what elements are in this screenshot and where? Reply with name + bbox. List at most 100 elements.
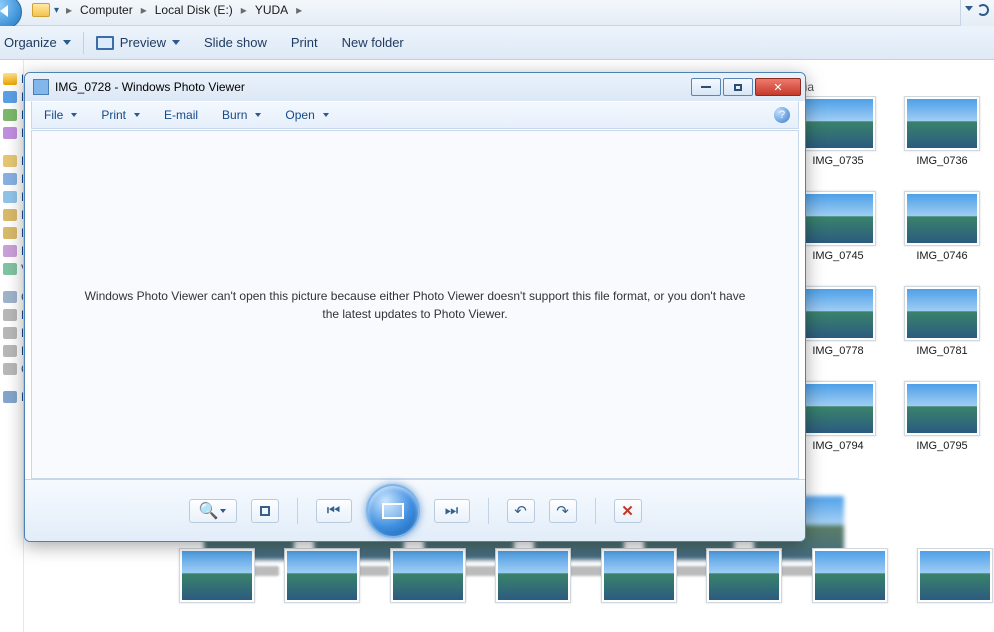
address-refresh[interactable] <box>960 0 994 26</box>
sidebar-desktop[interactable]: Desktop <box>0 88 23 106</box>
thumbnail-strip-bottom <box>172 548 994 628</box>
sidebar-drive-d[interactable]: D <box>0 324 23 342</box>
sidebar-libraries[interactable]: Libraries <box>0 152 23 170</box>
slideshow-button[interactable] <box>366 484 420 538</box>
folder-icon <box>3 227 17 239</box>
menu-email[interactable]: E-mail <box>152 102 210 128</box>
file-thumbnail[interactable]: IMG_0746 <box>902 191 982 262</box>
music-icon <box>3 191 17 203</box>
sidebar-computer[interactable]: Computer <box>0 288 23 306</box>
previous-button[interactable]: ⏮ <box>316 499 352 523</box>
desktop-icon <box>3 91 17 103</box>
minimize-button[interactable] <box>691 78 721 96</box>
newfolder-button[interactable]: New folder <box>330 26 416 59</box>
file-thumbnail[interactable] <box>706 548 784 628</box>
recent-icon <box>3 127 17 139</box>
file-thumbnail[interactable] <box>600 548 678 628</box>
star-icon <box>3 73 17 85</box>
crumb-folder[interactable]: YUDA <box>251 3 292 17</box>
sidebar-drive-e[interactable]: E <box>0 342 23 360</box>
viewer-controls: 🔍 ⏮ ⏭ ↶ ↷ ✕ <box>25 479 805 541</box>
print-button[interactable]: Print <box>279 26 330 59</box>
delete-button[interactable]: ✕ <box>614 499 642 523</box>
explorer-toolbar: Organize Preview Slide show Print New fo… <box>0 26 994 60</box>
photoviewer-icon <box>33 79 49 95</box>
drive-icon <box>3 327 17 339</box>
sidebar-drive-c[interactable]: Local <box>0 306 23 324</box>
menu-print[interactable]: Print <box>89 102 152 128</box>
menubar: File Print E-mail Burn Open ? <box>31 101 799 129</box>
file-name: IMG_0745 <box>798 250 878 262</box>
folder-icon <box>3 209 17 221</box>
crumb-computer[interactable]: Computer <box>76 3 137 17</box>
image-canvas: Windows Photo Viewer can't open this pic… <box>31 130 799 479</box>
sidebar-music[interactable]: Music <box>0 188 23 206</box>
next-button[interactable]: ⏭ <box>434 499 470 523</box>
chevron-down-icon <box>255 113 261 117</box>
actual-size-button[interactable] <box>251 499 279 523</box>
crumb-drive[interactable]: Local Disk (E:) <box>151 3 237 17</box>
address-folder-icon[interactable]: ▾ <box>32 3 59 17</box>
photo-viewer-window: IMG_0728 - Windows Photo Viewer ✕ File P… <box>24 72 806 542</box>
menu-burn[interactable]: Burn <box>210 102 273 128</box>
preview-icon <box>96 36 114 50</box>
rotate-ccw-button[interactable]: ↶ <box>507 499 535 523</box>
sidebar-pictures[interactable]: Pictures <box>0 242 23 260</box>
file-thumbnail[interactable]: IMG_0794 <box>798 381 878 452</box>
menu-open[interactable]: Open <box>273 102 340 128</box>
file-name: IMG_0795 <box>902 440 982 452</box>
file-thumbnail[interactable] <box>284 548 362 628</box>
help-button[interactable]: ? <box>774 107 790 123</box>
rotate-cw-button[interactable]: ↷ <box>549 499 577 523</box>
sidebar-videos[interactable]: Videos <box>0 260 23 278</box>
file-name: IMG_0781 <box>902 345 982 357</box>
download-icon <box>3 109 17 121</box>
chevron-down-icon <box>134 113 140 117</box>
titlebar[interactable]: IMG_0728 - Windows Photo Viewer ✕ <box>25 73 805 101</box>
file-thumbnail[interactable] <box>917 548 994 628</box>
close-button[interactable]: ✕ <box>755 78 801 96</box>
pictures-icon <box>3 245 17 257</box>
file-thumbnail[interactable]: IMG_0778 <box>798 286 878 357</box>
maximize-button[interactable] <box>723 78 753 96</box>
file-thumbnail[interactable]: IMG_0745 <box>798 191 878 262</box>
breadcrumb[interactable]: ▸ Computer ▸ Local Disk (E:) ▸ YUDA ▸ <box>62 3 306 17</box>
fit-icon <box>260 506 270 516</box>
back-button[interactable] <box>0 0 22 29</box>
network-icon <box>3 391 17 403</box>
sidebar-newlib2[interactable]: New <box>0 224 23 242</box>
file-name: IMG_0778 <box>798 345 878 357</box>
drive-icon <box>3 345 17 357</box>
sidebar-downloads[interactable]: Downloads <box>0 106 23 124</box>
file-thumbnail[interactable]: IMG_0735 <box>798 96 878 167</box>
file-thumbnail[interactable]: IMG_0795 <box>902 381 982 452</box>
sidebar-newlib[interactable]: New <box>0 206 23 224</box>
cd-icon <box>3 363 17 375</box>
documents-icon <box>3 173 17 185</box>
organize-label: Organize <box>4 35 57 50</box>
thumbnail-column-right: IMG_0735 IMG_0736 IMG_0745 IMG_0746 IMG_0778… <box>794 96 994 536</box>
file-thumbnail[interactable]: IMG_0781 <box>902 286 982 357</box>
chevron-down-icon <box>63 40 71 45</box>
file-name: IMG_0746 <box>902 250 982 262</box>
organize-menu[interactable]: Organize <box>0 26 83 59</box>
file-thumbnail[interactable] <box>389 548 467 628</box>
sidebar-documents[interactable]: Documents <box>0 170 23 188</box>
chevron-down-icon <box>172 40 180 45</box>
menu-file[interactable]: File <box>32 102 89 128</box>
chevron-down-icon <box>220 509 226 513</box>
file-thumbnail[interactable] <box>495 548 573 628</box>
file-thumbnail[interactable] <box>178 548 256 628</box>
zoom-button[interactable]: 🔍 <box>189 499 237 523</box>
file-thumbnail[interactable]: IMG_0736 <box>902 96 982 167</box>
sidebar-recent[interactable]: Recent <box>0 124 23 142</box>
file-thumbnail[interactable] <box>811 548 889 628</box>
sidebar-favorites[interactable]: Favorites <box>0 70 23 88</box>
sidebar-network[interactable]: Network <box>0 388 23 406</box>
chevron-down-icon <box>71 113 77 117</box>
slideshow-button[interactable]: Slide show <box>192 26 279 59</box>
computer-icon <box>3 291 17 303</box>
error-message: Windows Photo Viewer can't open this pic… <box>75 287 755 323</box>
sidebar-cd[interactable]: CD <box>0 360 23 378</box>
preview-menu[interactable]: Preview <box>84 26 192 59</box>
